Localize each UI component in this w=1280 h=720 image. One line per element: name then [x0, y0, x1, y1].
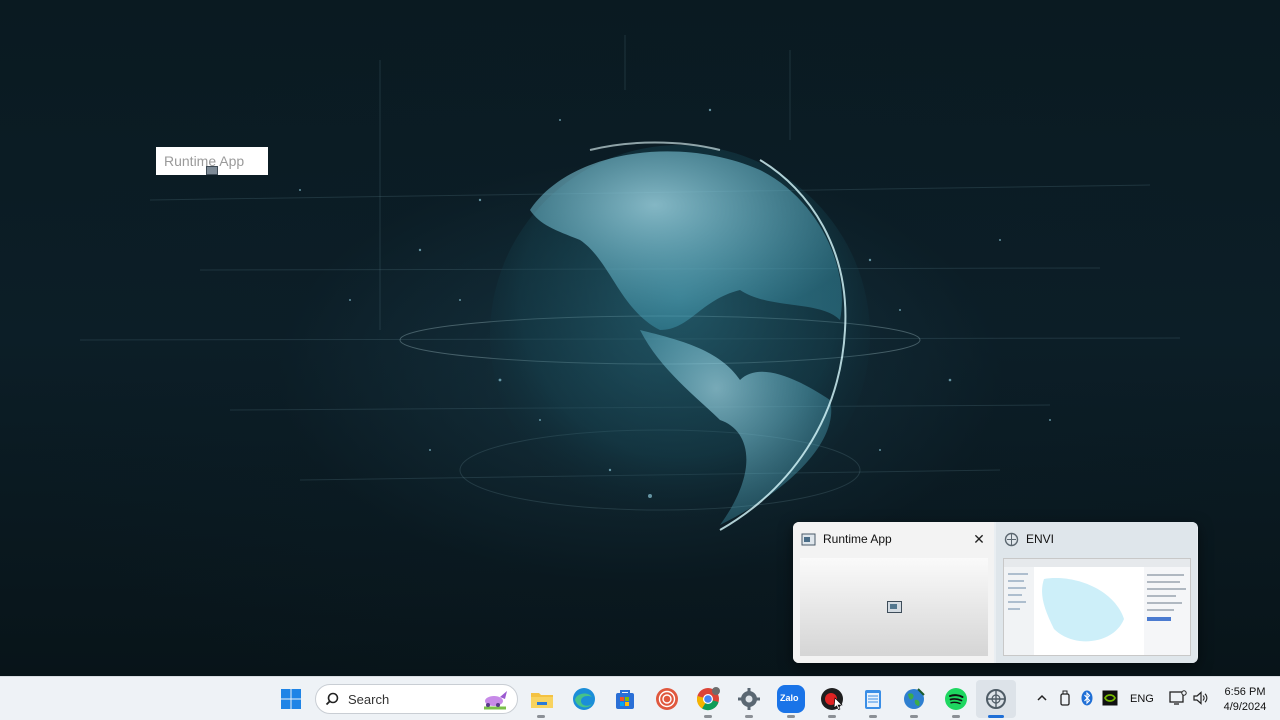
chevron-up-icon[interactable] — [1036, 692, 1048, 704]
thumbnail-runtime-app[interactable]: Runtime App ✕ — [793, 522, 994, 663]
running-indicator — [952, 715, 960, 718]
volume-icon[interactable] — [1192, 690, 1208, 706]
running-indicator — [828, 715, 836, 718]
runtime-app-icon — [801, 533, 816, 546]
zalo-icon[interactable]: Zalo — [777, 685, 805, 713]
usb-icon[interactable] — [1059, 690, 1071, 706]
running-indicator — [537, 715, 545, 718]
desktop-wallpaper: Runtime App Runtime App ✕ ENVI — [0, 0, 1280, 676]
spotify-icon[interactable] — [942, 685, 970, 713]
network-icon[interactable] — [1169, 690, 1187, 706]
notepad-icon[interactable] — [859, 685, 887, 713]
recorder-icon[interactable] — [818, 685, 846, 713]
nvidia-icon[interactable] — [1102, 690, 1118, 706]
thumbnail-title: Runtime App — [823, 532, 892, 546]
store-icon[interactable] — [611, 685, 639, 713]
running-indicator — [869, 715, 877, 718]
envi-icon — [1004, 532, 1019, 547]
edge-icon[interactable] — [570, 685, 598, 713]
clock-time: 6:56 PM — [1224, 686, 1266, 698]
zalo-label: Zalo — [780, 693, 799, 703]
search-placeholder: Search — [348, 692, 390, 707]
runtime-app-icon — [887, 601, 902, 613]
runtime-app-icon — [206, 166, 218, 175]
settings-icon[interactable] — [735, 685, 763, 713]
clock-date: 4/9/2024 — [1223, 701, 1267, 713]
envi-icon[interactable] — [982, 685, 1010, 713]
thumbnail-envi[interactable]: ENVI — [996, 522, 1197, 663]
search-highlight-icon — [484, 691, 507, 710]
running-indicator — [787, 715, 795, 718]
close-icon[interactable]: ✕ — [970, 530, 988, 548]
earth-app-icon[interactable] — [900, 685, 928, 713]
search-input[interactable]: Search — [315, 684, 518, 714]
bluetooth-icon[interactable] — [1081, 690, 1093, 706]
taskbar: Search Zalo ENG 6:56 PM 4/9/2024 — [0, 676, 1280, 720]
chrome-icon[interactable] — [694, 685, 722, 713]
active-indicator — [988, 715, 1004, 718]
running-indicator — [745, 715, 753, 718]
runtime-app-window-title[interactable]: Runtime App — [156, 147, 268, 175]
thumbnail-title: ENVI — [1026, 532, 1055, 546]
window-preview — [1003, 558, 1191, 656]
search-icon — [325, 692, 339, 706]
clock[interactable]: 6:56 PM 4/9/2024 — [1216, 685, 1274, 715]
language-indicator[interactable]: ENG — [1130, 693, 1154, 705]
running-indicator — [704, 715, 712, 718]
file-explorer-icon[interactable] — [528, 685, 556, 713]
spiral-app-icon[interactable] — [653, 685, 681, 713]
runtime-app-label: Runtime App — [164, 153, 245, 169]
taskbar-thumbnail-popup: Runtime App ✕ ENVI — [793, 522, 1198, 663]
window-preview — [800, 558, 988, 656]
running-indicator — [910, 715, 918, 718]
start-icon[interactable] — [277, 685, 305, 713]
